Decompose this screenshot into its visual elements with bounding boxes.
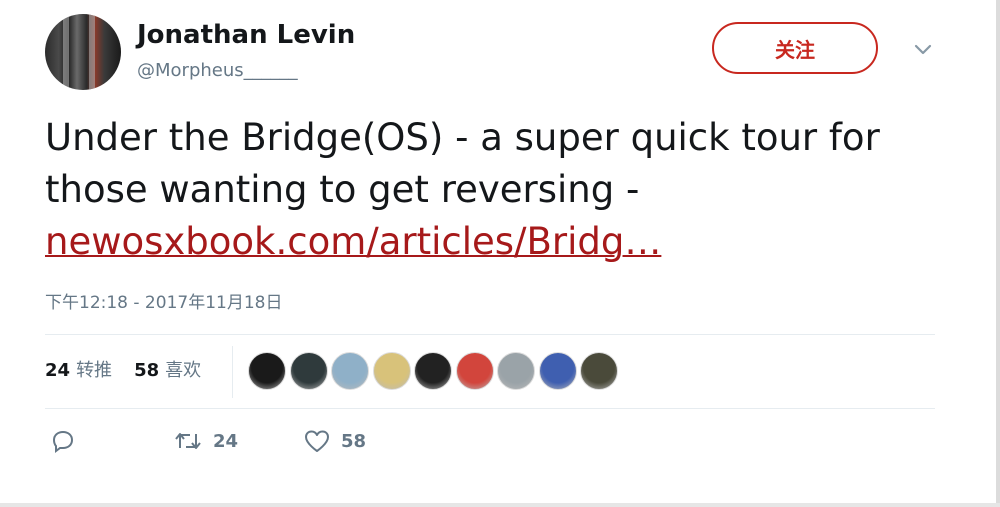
author-handle[interactable]: @Morpheus______ — [137, 60, 298, 81]
like-button[interactable]: 58 — [303, 428, 366, 454]
liker-avatar-2[interactable] — [289, 352, 328, 390]
follow-button[interactable]: 关注 — [712, 22, 878, 74]
stats-separator — [232, 346, 233, 398]
likes-label: 喜欢 — [165, 360, 202, 381]
tweet-actions: 24 58 — [45, 428, 445, 464]
retweet-button[interactable]: 24 — [173, 428, 238, 454]
retweet-count: 24 — [213, 430, 239, 452]
retweets-count: 24 — [45, 360, 71, 381]
liker-avatars — [248, 352, 622, 390]
author-avatar[interactable] — [45, 14, 121, 90]
author-name[interactable]: Jonathan Levin — [137, 20, 355, 50]
liker-avatar-8[interactable] — [538, 352, 577, 390]
retweets-label: 转推 — [76, 360, 113, 381]
likes-stat[interactable]: 58 喜欢 — [134, 356, 201, 382]
tweet-body: Under the Bridge(OS) - a super quick tou… — [45, 116, 880, 211]
retweet-icon — [173, 428, 203, 454]
tweet-link[interactable]: newosxbook.com/articles/Bridg… — [45, 220, 661, 263]
window-edge-bottom — [0, 503, 1000, 507]
liker-avatar-5[interactable] — [414, 352, 452, 390]
retweets-stat[interactable]: 24 转推 — [45, 356, 112, 382]
likes-count: 58 — [134, 360, 160, 381]
liker-avatar-3[interactable] — [331, 352, 369, 390]
like-count: 58 — [341, 430, 367, 452]
divider — [45, 334, 935, 335]
tweet-stats: 24 转推 58 喜欢 — [45, 356, 223, 382]
chevron-down-icon[interactable] — [912, 38, 934, 60]
tweet-text: Under the Bridge(OS) - a super quick tou… — [45, 112, 945, 268]
reply-icon — [50, 428, 76, 454]
liker-avatar-7[interactable] — [497, 352, 535, 390]
tweet-timestamp[interactable]: 下午12:18 - 2017年11月18日 — [45, 288, 282, 313]
liker-avatar-6[interactable] — [455, 352, 494, 390]
liker-avatar-1[interactable] — [248, 352, 286, 390]
window-edge-right — [996, 0, 1000, 507]
heart-icon — [303, 428, 331, 454]
divider — [45, 408, 935, 409]
liker-avatar-9[interactable] — [580, 352, 618, 390]
reply-button[interactable] — [50, 428, 76, 454]
liker-avatar-4[interactable] — [372, 352, 411, 390]
